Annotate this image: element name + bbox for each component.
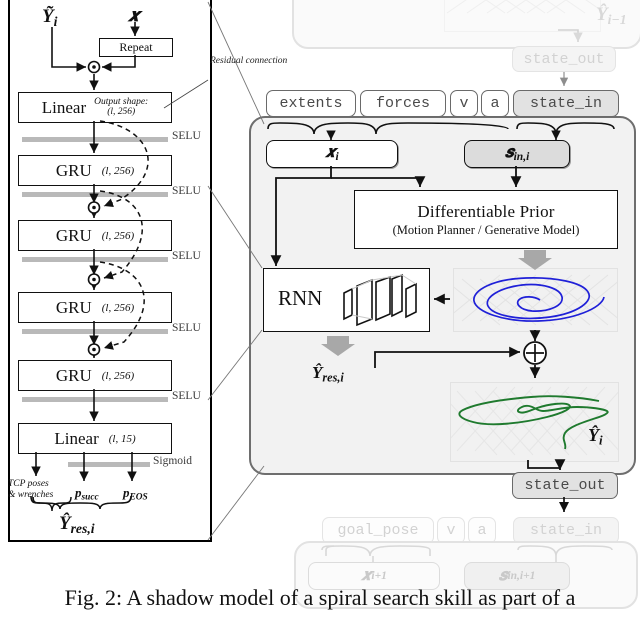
output-trajectory-plot <box>450 382 619 462</box>
next-input-tag-v: v <box>437 517 465 544</box>
prior-subtitle: (Motion Planner / Generative Model) <box>392 222 580 237</box>
residual-connection-label: Residual connection <box>210 56 288 66</box>
layer-1-shape-caption: Output shape: <box>94 96 149 107</box>
layer-2-name: GRU <box>55 160 92 180</box>
layer-3-shape: (l, 256) <box>101 229 135 242</box>
next-var-s-sub: in,i+1 <box>507 570 536 582</box>
variable-box-s-in-i: 𝒔in,i <box>464 140 570 168</box>
layer-5-name: GRU <box>55 365 92 385</box>
main-state-out-tag[interactable]: state_out <box>512 472 618 499</box>
previous-state-out-tag: state_out <box>512 46 616 72</box>
neural-net-icon <box>343 273 417 327</box>
rnn-label: RNN <box>278 286 323 310</box>
layer-5-shape: (l, 256) <box>101 369 135 382</box>
output-tcp-line2: & wrenches <box>8 489 54 500</box>
layer-2-shape: (l, 256) <box>101 164 135 177</box>
repeat-box: Repeat <box>99 38 173 57</box>
output-label-peos: pEOS <box>123 485 148 503</box>
output-group-label: Ŷres,i <box>59 513 95 536</box>
spiral-plot <box>454 274 617 326</box>
activation-bar-2 <box>22 192 168 197</box>
previous-plot-grid <box>446 0 600 14</box>
output-label-psucc: psucc <box>75 485 99 503</box>
next-input-tag-a: a <box>468 517 496 544</box>
output-plot-label: Ŷi <box>588 425 603 448</box>
activation-label-4: SELU <box>172 322 201 334</box>
layer-1-name: Linear <box>41 97 87 117</box>
output-label-tcp: TCP poses & wrenches <box>8 479 72 501</box>
layer-6-shape: (l, 15) <box>108 432 136 445</box>
activation-label-1: SELU <box>172 130 201 142</box>
figure-caption: Fig. 2: A shadow model of a spiral searc… <box>64 585 576 610</box>
output-tcp-line1: TCP poses <box>8 479 49 489</box>
activation-bar-4 <box>22 329 168 334</box>
next-input-tag-goal-pose: goal_pose <box>322 517 434 544</box>
activation-label-5: SELU <box>172 390 201 402</box>
layer-4-shape: (l, 256) <box>101 301 135 314</box>
variable-s-in-i-label: 𝒔in,i <box>504 144 530 164</box>
input-tag-a[interactable]: a <box>481 90 509 117</box>
activation-label-6: Sigmoid <box>153 455 192 467</box>
activation-bar-5 <box>22 397 168 402</box>
prior-trajectory-plot <box>453 268 618 332</box>
residual-output-label: Ŷres,i <box>312 363 344 385</box>
next-var-s-symbol: 𝒔 <box>498 567 508 584</box>
rnn-box: RNN <box>263 268 430 332</box>
layer-6-name: Linear <box>54 428 99 448</box>
layer-box-gru-4: GRU (l, 256) <box>18 360 172 391</box>
variable-x-i-label: 𝒙i <box>325 144 339 164</box>
next-input-tag-state-in: state_in <box>513 517 619 544</box>
input-tag-extents[interactable]: extents <box>266 90 356 117</box>
trajectory-plot <box>451 386 618 456</box>
layer-box-gru-3: GRU (l, 256) <box>18 292 172 323</box>
next-var-x-symbol: 𝒙 <box>361 567 372 584</box>
figure-root: Ŷi−1 state_out extents forces v a state_… <box>0 0 640 619</box>
activation-label-2: SELU <box>172 185 201 197</box>
input-tag-state-in[interactable]: state_in <box>513 90 619 117</box>
activation-bar-6 <box>68 462 150 467</box>
variable-box-x-i: 𝒙i <box>266 140 398 168</box>
layer-box-linear-2: Linear (l, 15) <box>18 423 172 454</box>
layer-3-name: GRU <box>55 225 92 245</box>
activation-bar-3 <box>22 257 168 262</box>
layer-box-linear-1: Linear Output shape: (l, 256) <box>18 92 172 123</box>
layer-box-gru-1: GRU (l, 256) <box>18 155 172 186</box>
previous-plot-label: Ŷi−1 <box>596 4 627 27</box>
input-tag-v[interactable]: v <box>450 90 478 117</box>
layer-1-shape: (l, 256) <box>107 106 136 117</box>
activation-label-3: SELU <box>172 250 201 262</box>
layer-4-name: GRU <box>55 297 92 317</box>
input-tag-forces[interactable]: forces <box>360 90 446 117</box>
previous-output-plot <box>444 0 601 32</box>
input-label-x: 𝒙 <box>128 5 140 25</box>
input-label-y-tilde: Ỹi <box>42 6 58 29</box>
layer-1-shape-group: Output shape: (l, 256) <box>94 96 149 118</box>
next-var-x-sub: i+1 <box>371 570 387 582</box>
layer-box-gru-2: GRU (l, 256) <box>18 220 172 251</box>
differentiable-prior-box: Differentiable Prior (Motion Planner / G… <box>354 190 618 249</box>
activation-bar-1 <box>22 137 168 142</box>
prior-title: Differentiable Prior <box>417 201 555 221</box>
repeat-label: Repeat <box>119 40 153 54</box>
